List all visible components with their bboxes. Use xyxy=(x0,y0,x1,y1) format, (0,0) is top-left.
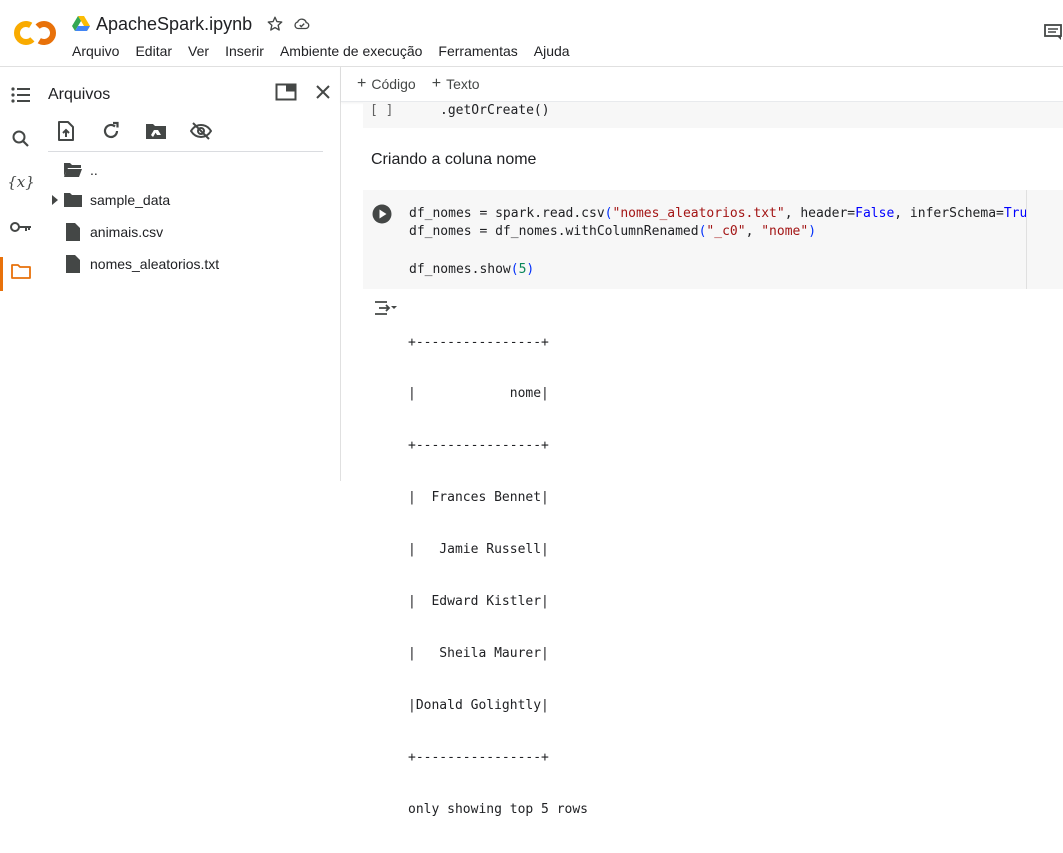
code-line-1[interactable]: df_nomes = spark.read.csv("nomes_aleator… xyxy=(409,206,1043,221)
output-line: +----------------+ xyxy=(408,438,549,454)
menu-inserir[interactable]: Inserir xyxy=(225,43,264,59)
files-toolbar xyxy=(54,119,234,143)
tree-item-label: .. xyxy=(90,162,98,178)
output-line: | nome| xyxy=(408,386,549,402)
google-drive-icon xyxy=(72,16,90,31)
cell-side-gutter xyxy=(1026,190,1063,289)
comment-icon[interactable] xyxy=(1043,22,1063,42)
folder-icon xyxy=(62,190,84,210)
menu-ferramentas[interactable]: Ferramentas xyxy=(438,43,517,59)
notebook-toolbar: + Código + Texto xyxy=(341,67,1063,102)
active-indicator xyxy=(0,257,3,291)
code-text: .getOrCreate() xyxy=(440,103,550,118)
app-header: ApacheSpark.ipynb Arquivo Editar Ver Ins… xyxy=(0,0,1063,67)
menu-arquivo[interactable]: Arquivo xyxy=(72,43,119,59)
table-of-contents-icon[interactable] xyxy=(10,84,32,106)
plus-icon: + xyxy=(431,75,442,92)
cell-output: +----------------+ | nome| +------------… xyxy=(408,299,588,853)
hide-files-icon[interactable] xyxy=(189,119,213,143)
menu-ver[interactable]: Ver xyxy=(188,43,209,59)
output-line: +----------------+ xyxy=(408,334,549,350)
menu-editar[interactable]: Editar xyxy=(135,43,172,59)
notebook-title[interactable]: ApacheSpark.ipynb xyxy=(96,14,252,35)
output-line: only showing top 5 rows xyxy=(408,801,589,817)
output-line: | Edward Kistler| xyxy=(408,594,549,610)
code-cell-active[interactable]: df_nomes = spark.read.csv("nomes_aleator… xyxy=(363,190,1043,289)
add-text-label: Texto xyxy=(446,76,480,92)
folder-icon[interactable] xyxy=(10,260,32,282)
string-token: "nomes_aleatorios.txt" xyxy=(612,206,785,221)
code-line-3[interactable]: df_nomes.show(5) xyxy=(409,262,534,277)
code-token: df_nomes.show xyxy=(409,262,511,277)
chevron-right-icon[interactable] xyxy=(48,195,62,205)
string-token: "nome" xyxy=(761,224,809,239)
code-line-2[interactable]: df_nomes = df_nomes.withColumnRenamed("_… xyxy=(409,224,816,239)
menu-bar: Arquivo Editar Ver Inserir Ambiente de e… xyxy=(72,43,586,59)
open-in-tab-icon[interactable] xyxy=(274,80,298,104)
paren: ( xyxy=(604,206,613,221)
refresh-icon[interactable] xyxy=(99,119,123,143)
variables-icon[interactable]: {x} xyxy=(7,171,35,193)
cloud-saved-icon[interactable] xyxy=(292,15,312,33)
tree-item-label: nomes_aleatorios.txt xyxy=(90,256,220,272)
add-code-button[interactable]: + Código xyxy=(357,75,416,93)
tree-item-sample-data[interactable]: sample_data xyxy=(48,186,170,214)
text-cell[interactable]: Criando a coluna nome xyxy=(371,151,536,169)
output-line: | Jamie Russell| xyxy=(408,542,549,558)
keyword-token: False xyxy=(855,206,895,221)
key-icon[interactable] xyxy=(10,216,32,238)
code-token: df_nomes = spark.read.csv xyxy=(409,206,605,221)
star-icon[interactable] xyxy=(266,15,284,33)
output-actions-icon[interactable] xyxy=(373,298,397,318)
colab-logo[interactable] xyxy=(13,20,57,46)
divider xyxy=(48,151,323,152)
code-token: df_nomes = df_nomes.withColumnRenamed xyxy=(409,224,699,239)
output-line: +----------------+ xyxy=(408,749,549,765)
paren: ) xyxy=(526,262,535,277)
tree-item-nomes-aleatorios[interactable]: nomes_aleatorios.txt xyxy=(48,250,219,278)
execution-count: [ ] xyxy=(370,103,394,118)
paren: ( xyxy=(510,262,519,277)
notebook-area: + Código + Texto [ ] .getOrCreate() Cria… xyxy=(341,67,1063,817)
add-text-button[interactable]: + Texto xyxy=(432,75,480,93)
menu-ambiente-de-execucao[interactable]: Ambiente de execução xyxy=(280,43,422,59)
files-panel: Arquivos .. sample_data animais.csv nome… xyxy=(40,67,341,481)
search-icon[interactable] xyxy=(10,128,32,150)
tree-item-parent[interactable]: .. xyxy=(48,156,98,184)
code-cell[interactable]: [ ] .getOrCreate() xyxy=(363,102,1063,128)
file-icon xyxy=(62,222,84,242)
tree-item-label: animais.csv xyxy=(90,224,164,240)
mount-drive-icon[interactable] xyxy=(144,119,168,143)
add-code-label: Código xyxy=(371,76,416,92)
close-icon[interactable] xyxy=(311,80,335,104)
output-line: | Sheila Maurer| xyxy=(408,645,549,661)
output-line: |Donald Golightly| xyxy=(408,697,549,713)
panel-title: Arquivos xyxy=(48,86,111,103)
folder-open-icon xyxy=(62,160,84,180)
code-token: , inferSchema= xyxy=(894,206,1004,221)
menu-ajuda[interactable]: Ajuda xyxy=(534,43,570,59)
plus-icon: + xyxy=(357,75,367,92)
code-token: , xyxy=(745,224,762,239)
string-token: "_c0" xyxy=(706,224,746,239)
tree-item-animais-csv[interactable]: animais.csv xyxy=(48,218,163,246)
title-row: ApacheSpark.ipynb xyxy=(72,12,312,36)
output-line: | Frances Bennet| xyxy=(408,490,549,506)
upload-file-icon[interactable] xyxy=(54,119,78,143)
run-cell-icon[interactable] xyxy=(372,204,392,224)
file-icon xyxy=(62,254,84,274)
paren: ) xyxy=(808,224,817,239)
tree-item-label: sample_data xyxy=(90,192,171,208)
left-rail: {x} xyxy=(0,67,40,481)
code-line[interactable]: .getOrCreate() xyxy=(440,103,550,118)
code-token: , header= xyxy=(784,206,856,221)
